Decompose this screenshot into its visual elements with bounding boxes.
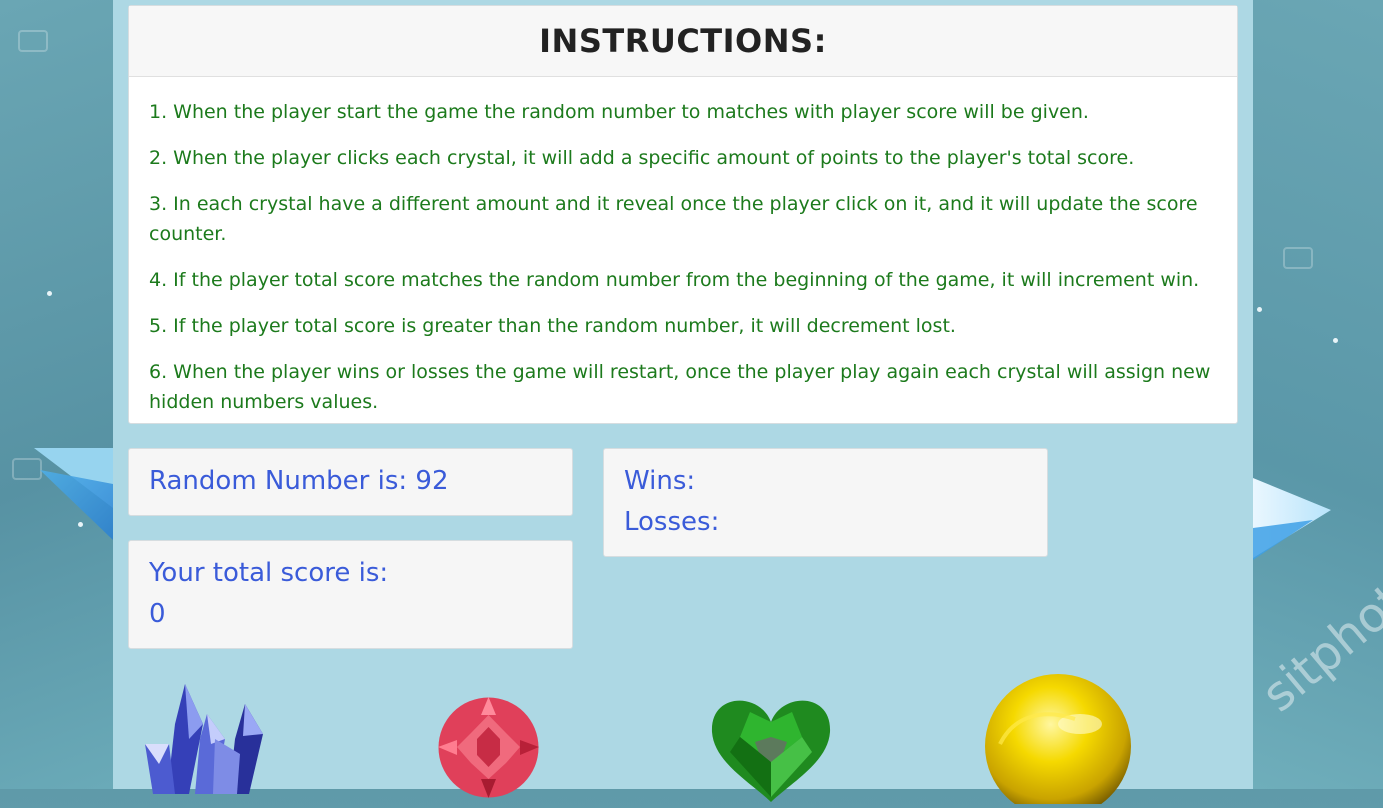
camera-watermark-icon bbox=[18, 30, 48, 52]
green-heart-gem-icon bbox=[711, 700, 831, 802]
sparkle-dot bbox=[1333, 338, 1338, 343]
sparkle-dot bbox=[47, 291, 52, 296]
total-score-label: Your total score is: bbox=[149, 558, 389, 588]
wins-losses-card: Wins: Losses: bbox=[603, 448, 1048, 557]
instruction-item: 5. If the player total score is greater … bbox=[149, 315, 956, 337]
random-number-card: Random Number is: 92 bbox=[128, 448, 573, 516]
green-crystal-button[interactable] bbox=[710, 692, 832, 802]
wins-label: Wins: bbox=[624, 466, 696, 496]
random-number-label: Random Number is: 92 bbox=[149, 466, 449, 496]
blue-crystal-button[interactable] bbox=[145, 684, 265, 794]
sparkle-dot bbox=[78, 522, 83, 527]
instruction-item: 4. If the player total score matches the… bbox=[149, 269, 1200, 291]
background-left bbox=[0, 0, 113, 789]
camera-watermark-icon bbox=[1283, 247, 1313, 269]
total-score-value: 0 bbox=[149, 599, 166, 629]
instructions-card: INSTRUCTIONS: 1. When the player start t… bbox=[128, 5, 1238, 424]
instructions-list: 1. When the player start the game the ra… bbox=[129, 77, 1237, 417]
instruction-item: 1. When the player start the game the ra… bbox=[149, 101, 1089, 123]
instruction-item: 3. In each crystal have a different amou… bbox=[149, 193, 1198, 245]
game-container: INSTRUCTIONS: 1. When the player start t… bbox=[113, 0, 1253, 808]
instructions-title: INSTRUCTIONS: bbox=[129, 6, 1237, 77]
instruction-item: 6. When the player wins or losses the ga… bbox=[149, 361, 1211, 413]
instruction-item: 2. When the player clicks each crystal, … bbox=[149, 147, 1135, 169]
sparkle-dot bbox=[1257, 307, 1262, 312]
red-crystal-button[interactable] bbox=[438, 697, 539, 798]
yellow-crystal-button[interactable] bbox=[985, 674, 1132, 808]
blue-crystal-cluster-icon bbox=[145, 684, 263, 794]
red-round-gem-icon bbox=[438, 697, 539, 798]
total-score-card: Your total score is: 0 bbox=[128, 540, 573, 649]
losses-label: Losses: bbox=[624, 507, 720, 537]
yellow-orb-gem-icon bbox=[985, 674, 1131, 808]
